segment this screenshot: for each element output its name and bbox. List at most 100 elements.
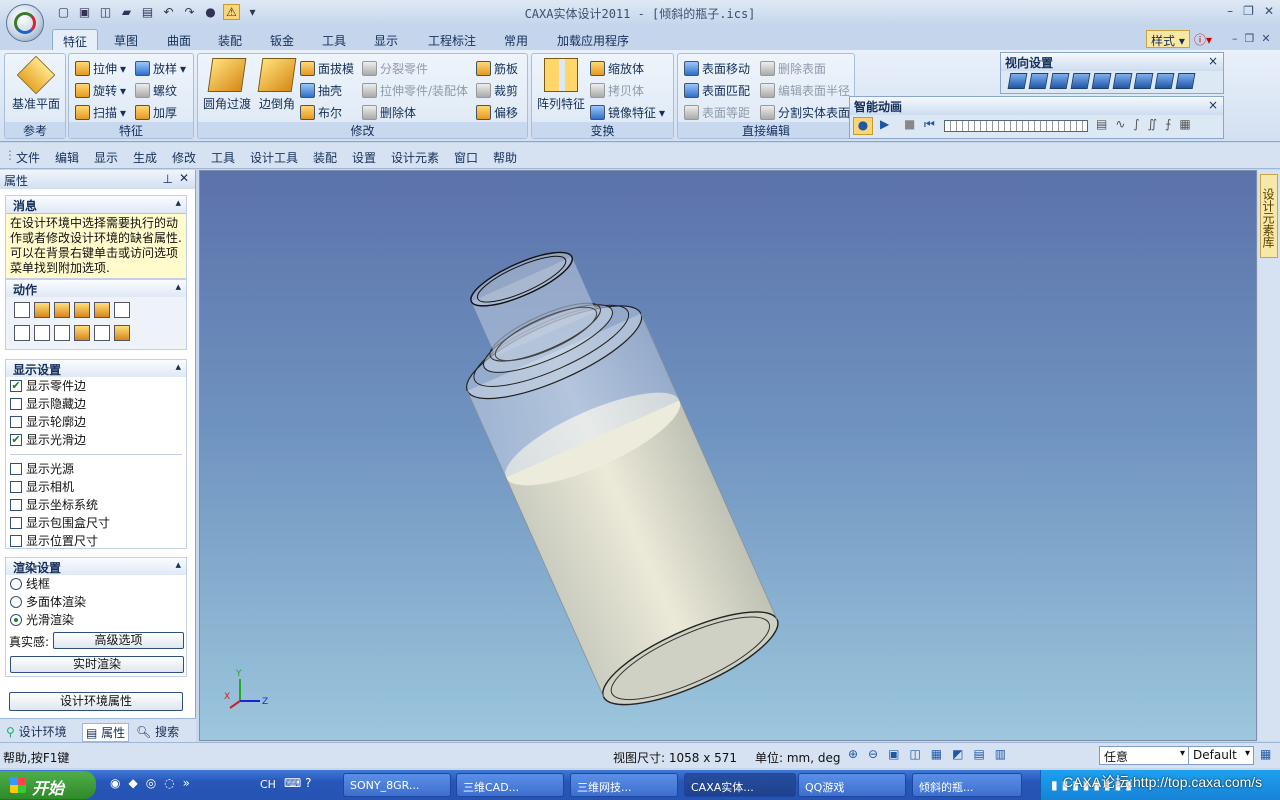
menu-generate[interactable]: 生成: [133, 149, 157, 166]
checkbox-show-coordinate-system[interactable]: 显示坐标系统: [6, 496, 186, 514]
close-icon[interactable]: ✕: [179, 171, 189, 185]
view-right-icon[interactable]: [1070, 73, 1091, 89]
revolve-action-icon[interactable]: [54, 302, 70, 318]
edit-radius-button[interactable]: 编辑表面半径: [760, 82, 850, 99]
offset-button[interactable]: 偏移: [476, 104, 518, 121]
tab-properties[interactable]: ▤ 属性: [82, 723, 130, 742]
checkbox-icon[interactable]: [10, 463, 22, 475]
match-face-button[interactable]: 表面匹配: [684, 82, 750, 99]
radio-icon[interactable]: [10, 614, 22, 626]
checkbox-icon[interactable]: [10, 481, 22, 493]
close-icon[interactable]: ×: [1208, 54, 1218, 68]
radio-icon[interactable]: [10, 578, 22, 590]
checkbox-icon[interactable]: [10, 535, 22, 547]
bottle-model[interactable]: Y Z X: [200, 171, 1257, 741]
loft-button[interactable]: 放样 ▾: [135, 60, 186, 77]
revolve-button[interactable]: 旋转 ▾: [75, 82, 126, 99]
message-section-title[interactable]: 消息 ▴: [6, 196, 186, 213]
menu-design-tools[interactable]: 设计工具: [250, 149, 298, 166]
realtime-render-button[interactable]: 实时渲染: [10, 656, 184, 673]
record-icon[interactable]: ●: [853, 117, 873, 135]
list-icon[interactable]: [14, 302, 30, 318]
chamfer-button[interactable]: 边倒角: [254, 58, 300, 112]
menu-modify[interactable]: 修改: [172, 149, 196, 166]
tab-addons[interactable]: 加载应用程序: [547, 29, 639, 50]
stop-icon[interactable]: ■: [904, 117, 915, 131]
checkbox-icon[interactable]: [10, 398, 22, 410]
play-icon[interactable]: ▶: [880, 117, 889, 131]
move-face-button[interactable]: 表面移动: [684, 60, 750, 77]
view-top-icon[interactable]: [1091, 73, 1112, 89]
menu-tools[interactable]: 工具: [211, 149, 235, 166]
thicken-button[interactable]: 加厚: [135, 104, 177, 121]
tab-feature[interactable]: 特征: [52, 29, 99, 50]
tab-tools[interactable]: 工具: [312, 29, 356, 50]
animation-tools-icons[interactable]: ▤∿∫∬⨍▦: [1096, 117, 1199, 131]
view-left-icon[interactable]: [1049, 73, 1070, 89]
tab-annotation[interactable]: 工程标注: [418, 29, 486, 50]
collapse-icon[interactable]: ▴: [175, 280, 181, 293]
pin-icon[interactable]: ⊥: [163, 172, 173, 186]
view-tools-icons[interactable]: ⊕⊖▣◫▦◩▤▥: [848, 747, 1016, 761]
boolean-button[interactable]: 布尔: [300, 104, 342, 121]
close-icon[interactable]: ×: [1208, 98, 1218, 112]
radio-icon[interactable]: [10, 596, 22, 608]
actions-section-title[interactable]: 动作 ▴: [6, 280, 186, 297]
axis-action-icon[interactable]: [94, 325, 110, 341]
delete-body-button[interactable]: 删除体: [362, 104, 416, 121]
radio-smooth[interactable]: 光滑渲染: [6, 611, 186, 629]
collapse-icon[interactable]: ▴: [175, 196, 181, 209]
selection-filter-combo[interactable]: 任意: [1099, 746, 1189, 765]
style-dropdown[interactable]: 样式 ▾: [1146, 30, 1190, 48]
keyboard-icon[interactable]: ⌨ ?: [284, 776, 312, 790]
offset-face-button[interactable]: 表面等距: [684, 104, 750, 121]
restore-icon[interactable]: ❐: [1243, 4, 1254, 18]
task-3dnet[interactable]: 三维网技...: [570, 773, 678, 797]
task-bottle[interactable]: 倾斜的瓶...: [912, 773, 1022, 797]
checkbox-show-bounding-box[interactable]: 显示包围盒尺寸: [6, 514, 186, 532]
help-icon[interactable]: ⓘ▾: [1194, 31, 1212, 48]
minimize-icon[interactable]: –: [1227, 4, 1233, 18]
part-action-icon[interactable]: [74, 325, 90, 341]
quick-launch-icons[interactable]: ◉◆◎◌»: [110, 776, 198, 790]
start-button[interactable]: 开始: [0, 771, 96, 799]
trim-button[interactable]: 裁剪: [476, 82, 518, 99]
radio-polyhedron[interactable]: 多面体渲染: [6, 593, 186, 611]
tab-sketch[interactable]: 草图: [104, 29, 148, 50]
view-iso2-icon[interactable]: [1154, 73, 1175, 89]
checkbox-show-smooth-edges[interactable]: ✔ 显示光滑边: [6, 431, 186, 449]
assembly-action-icon[interactable]: [114, 325, 130, 341]
tab-assembly[interactable]: 装配: [208, 29, 252, 50]
environment-properties-button[interactable]: 设计环境属性: [9, 692, 183, 711]
radio-wireframe[interactable]: 线框: [6, 575, 186, 593]
sweep-button[interactable]: 扫描 ▾: [75, 104, 126, 121]
checkbox-show-hidden-edges[interactable]: 显示隐藏边: [6, 395, 186, 413]
view-iso1-icon[interactable]: [1133, 73, 1154, 89]
split-part-button[interactable]: 分裂零件: [362, 60, 428, 77]
menu-help[interactable]: 帮助: [493, 149, 517, 166]
image-action-icon[interactable]: [14, 325, 30, 341]
tool-action-icon[interactable]: [34, 325, 50, 341]
scale-body-button[interactable]: 缩放体: [590, 60, 644, 77]
advanced-options-button[interactable]: 高级选项: [53, 632, 184, 649]
view-front-icon[interactable]: [1007, 73, 1028, 89]
stretch-part-button[interactable]: 拉伸零件/装配体: [362, 82, 468, 99]
task-qqgame[interactable]: QQ游戏: [798, 773, 906, 797]
copy-body-button[interactable]: 拷贝体: [590, 82, 644, 99]
thread-button[interactable]: 螺纹: [135, 82, 177, 99]
edit-action-icon[interactable]: [114, 302, 130, 318]
menu-file[interactable]: 文件: [16, 149, 40, 166]
pattern-button[interactable]: 阵列特征: [536, 58, 586, 112]
datum-plane-button[interactable]: 基准平面: [9, 55, 63, 112]
design-element-library-tab[interactable]: 设计元素库: [1260, 174, 1278, 258]
delete-face-button[interactable]: 删除表面: [760, 60, 826, 77]
menu-design-elements[interactable]: 设计元素: [391, 149, 439, 166]
tab-sheetmetal[interactable]: 钣金: [260, 29, 304, 50]
collapse-icon[interactable]: ▴: [175, 558, 181, 571]
checkbox-icon[interactable]: [10, 499, 22, 511]
rewind-icon[interactable]: ⏮: [924, 117, 935, 132]
task-3dcad[interactable]: 三维CAD...: [456, 773, 564, 797]
checkbox-show-outline-edges[interactable]: 显示轮廓边: [6, 413, 186, 431]
split-face-button[interactable]: 分割实体表面: [760, 104, 850, 121]
checkbox-show-position-dims[interactable]: 显示位置尺寸: [6, 532, 186, 550]
